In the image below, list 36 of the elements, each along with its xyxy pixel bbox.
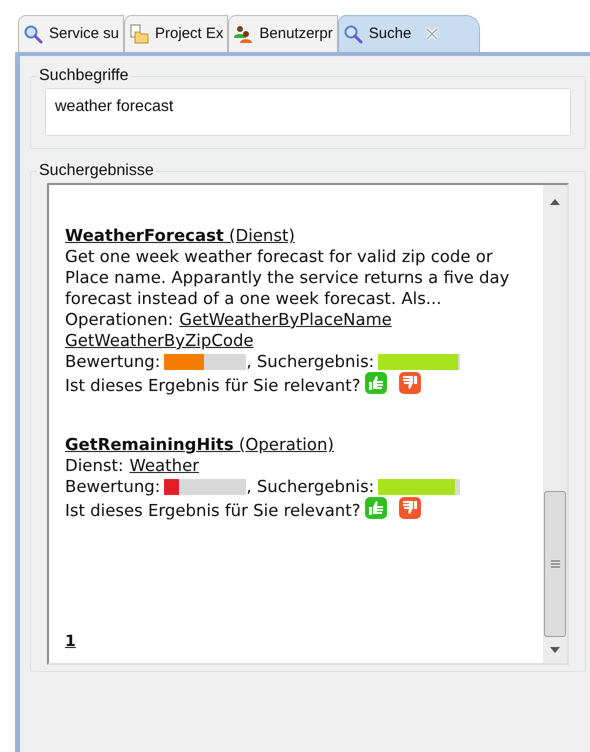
result-link[interactable]: Weather bbox=[130, 456, 200, 475]
close-icon[interactable] bbox=[425, 27, 440, 41]
thumbs-down-icon[interactable] bbox=[398, 372, 420, 394]
scroll-thumb[interactable] bbox=[544, 491, 566, 637]
rating-label: Bewertung: bbox=[65, 351, 160, 372]
score-label: , Suchergebnis: bbox=[246, 351, 374, 372]
thumbs-down-icon[interactable] bbox=[398, 497, 420, 519]
group-legend: Suchergebnisse bbox=[37, 159, 156, 183]
links-label: Operationen: bbox=[65, 310, 174, 329]
grip-icon bbox=[550, 560, 560, 568]
magnifier-icon bbox=[23, 24, 43, 44]
search-field[interactable]: weather forecast bbox=[45, 88, 571, 136]
result-link[interactable]: GetWeatherByZipCode bbox=[65, 331, 254, 350]
tab[interactable]: Service su bbox=[18, 15, 124, 52]
scroll-down-icon[interactable] bbox=[550, 647, 560, 653]
users-icon bbox=[233, 24, 254, 44]
folder-document-icon bbox=[129, 24, 150, 44]
score-label: , Suchergebnis: bbox=[246, 476, 374, 497]
group-legend: Suchbegriffe bbox=[37, 64, 131, 88]
relevance-question: Ist dieses Ergebnis für Sie relevant? bbox=[65, 375, 360, 396]
links-label: Dienst: bbox=[65, 456, 124, 475]
relevance-question: Ist dieses Ergebnis für Sie relevant? bbox=[65, 500, 360, 521]
result-link[interactable]: GetWeatherByPlaceName bbox=[179, 310, 392, 329]
tab[interactable]: Benutzerpr bbox=[228, 15, 338, 52]
tab[interactable]: Project Ex bbox=[124, 15, 228, 52]
magnifier-icon bbox=[342, 24, 363, 44]
scrollbar[interactable] bbox=[543, 185, 567, 663]
result-description: Get one week weather forecast for valid zip code or Place name. Apparantly the service returns a five day forecast instead of a one week forecast. Als... bbox=[65, 246, 510, 309]
thumbs-up-icon[interactable] bbox=[364, 497, 386, 519]
page-link[interactable]: 1 bbox=[65, 630, 76, 653]
result-title-link[interactable]: WeatherForecast (Dienst) bbox=[65, 226, 295, 245]
thumbs-up-icon[interactable] bbox=[364, 372, 386, 394]
rating-label: Bewertung: bbox=[65, 476, 160, 497]
result-title-link[interactable]: GetRemainingHits (Operation) bbox=[65, 435, 334, 454]
scroll-up-icon[interactable] bbox=[550, 199, 560, 205]
tab[interactable]: Suche bbox=[338, 15, 480, 52]
